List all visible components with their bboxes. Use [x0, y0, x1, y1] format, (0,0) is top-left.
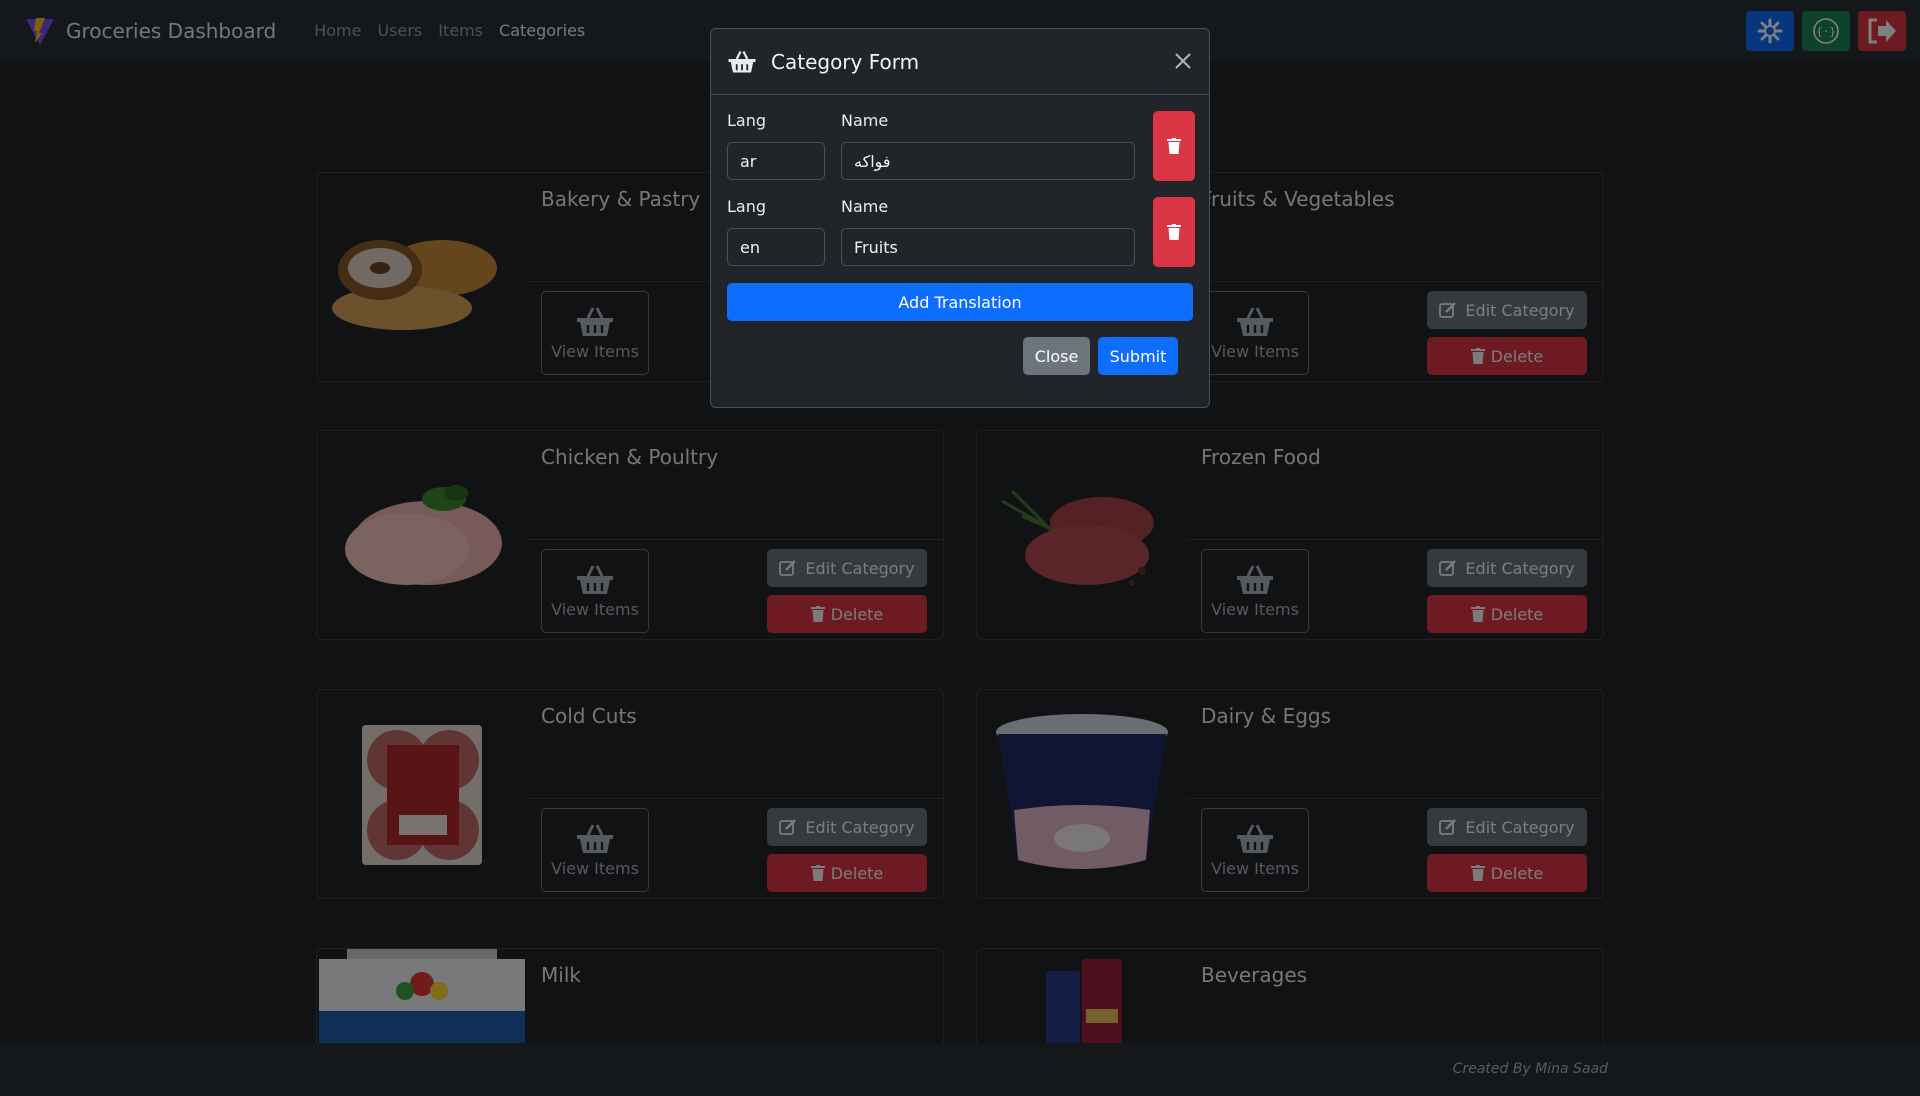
category-form-modal: Category Form Lang Name ar فواكه Lang Na…	[710, 28, 1210, 408]
lang-label: Lang	[727, 111, 767, 130]
name-label: Name	[841, 111, 889, 130]
add-translation-button[interactable]: Add Translation	[727, 283, 1193, 321]
lang-input[interactable]: en	[727, 228, 825, 266]
submit-button[interactable]: Submit	[1098, 337, 1178, 375]
name-input[interactable]: فواكه	[841, 142, 1135, 180]
modal-title: Category Form	[771, 49, 920, 74]
close-icon[interactable]	[1171, 49, 1195, 73]
lang-input[interactable]: ar	[727, 142, 825, 180]
modal-header: Category Form	[711, 29, 1209, 95]
trash-icon	[1167, 224, 1181, 240]
name-input[interactable]: Fruits	[841, 228, 1135, 266]
delete-translation-button[interactable]	[1153, 197, 1195, 267]
translation-row: Lang Name en Fruits	[727, 197, 1195, 267]
lang-label: Lang	[727, 197, 767, 216]
close-button[interactable]: Close	[1023, 337, 1090, 375]
delete-translation-button[interactable]	[1153, 111, 1195, 181]
translation-row: Lang Name ar فواكه	[727, 111, 1195, 181]
name-label: Name	[841, 197, 889, 216]
basket-icon	[728, 50, 756, 72]
trash-icon	[1167, 138, 1181, 154]
